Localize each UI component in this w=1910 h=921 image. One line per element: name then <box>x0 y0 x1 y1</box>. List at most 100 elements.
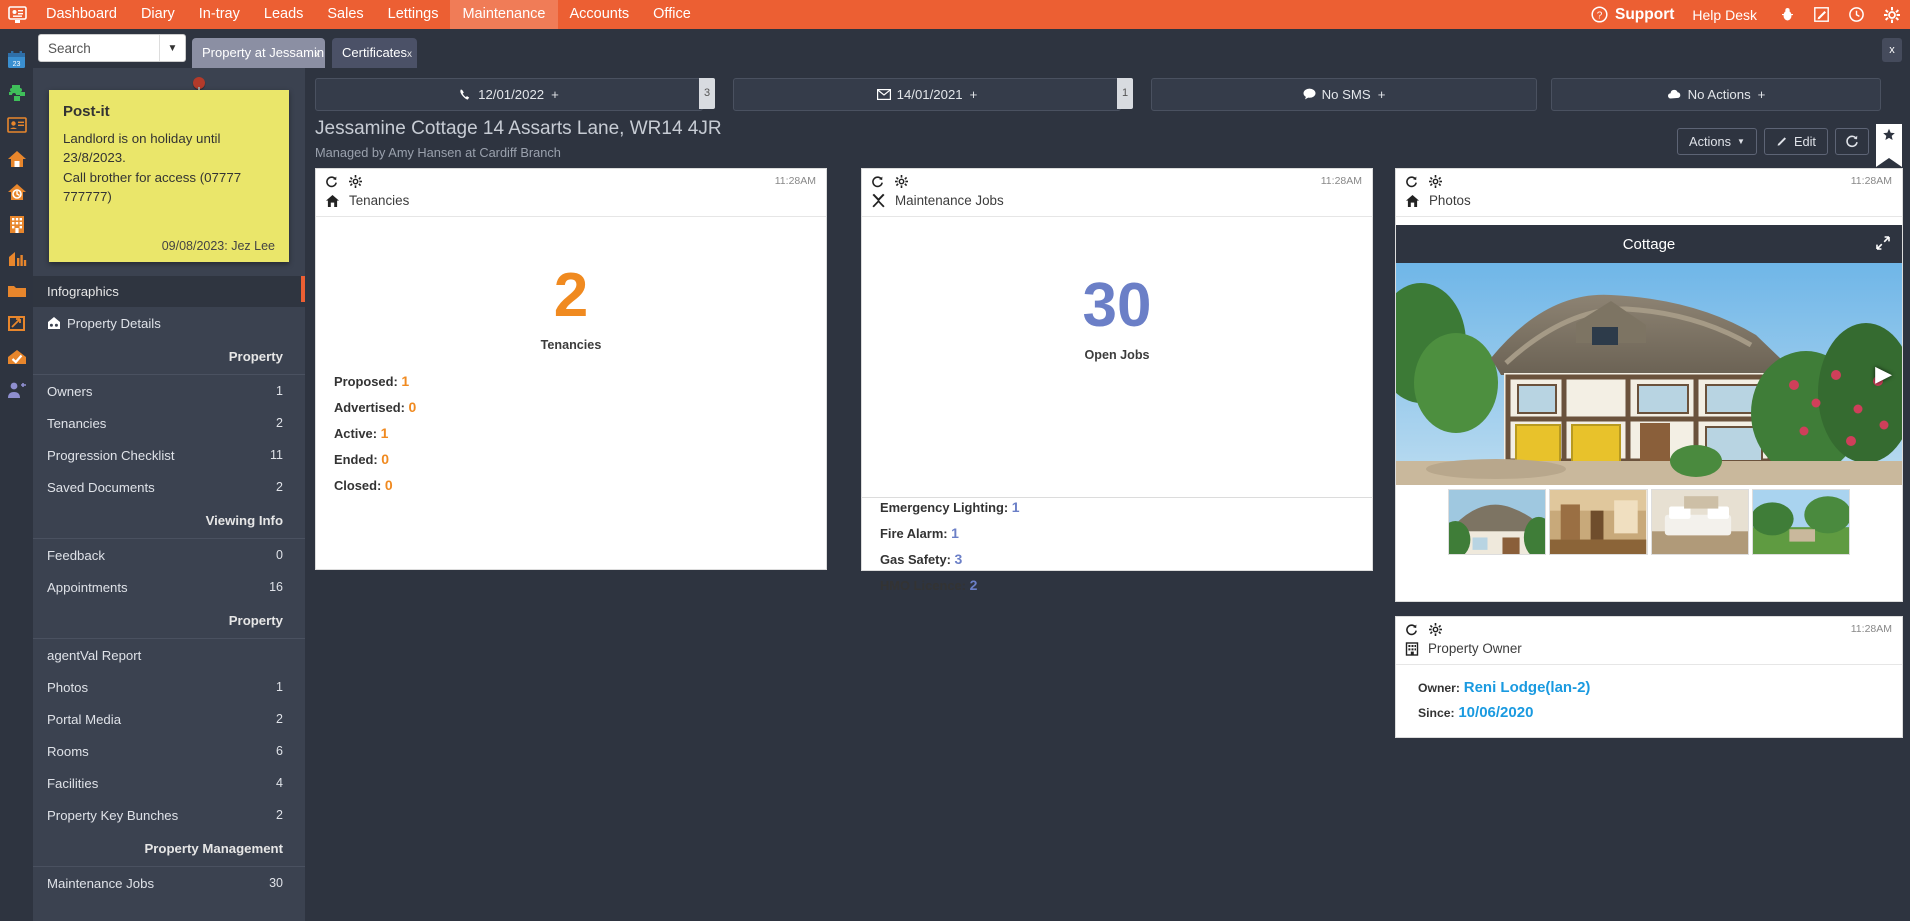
search-input[interactable]: Search ▼ <box>38 34 186 62</box>
chart-house-icon[interactable] <box>0 241 33 274</box>
sidebar-item-saved-documents[interactable]: Saved Documents 2 <box>33 471 305 503</box>
sidebar-item-label: Owners <box>47 383 93 399</box>
building-icon[interactable] <box>0 208 33 241</box>
nav-item-sales[interactable]: Sales <box>315 0 375 29</box>
card-title: Property Owner <box>1428 641 1522 656</box>
sidebar-item-facilities[interactable]: Facilities 4 <box>33 767 305 799</box>
refresh-icon[interactable] <box>1405 175 1418 188</box>
clock-icon[interactable] <box>1839 7 1874 22</box>
expand-icon[interactable] <box>1876 236 1890 250</box>
card-header-icons <box>871 174 1363 189</box>
refresh-icon[interactable] <box>871 175 884 188</box>
sidebar-item-count: 1 <box>276 680 283 694</box>
list-item[interactable] <box>1650 489 1749 555</box>
card-timestamp: 11:28AM <box>1850 623 1892 635</box>
calendar-icon[interactable]: 23 <box>0 43 33 76</box>
sidebar-item-label: Progression Checklist <box>47 447 175 463</box>
gear-icon[interactable] <box>1874 6 1910 23</box>
house-refresh-icon[interactable] <box>0 175 33 208</box>
sidebar-item-rooms[interactable]: Rooms 6 <box>33 735 305 767</box>
svg-text:?: ? <box>1597 10 1603 21</box>
sidebar-group-title-property-management: Property Management <box>33 831 305 867</box>
sidebar-item-owners[interactable]: Owners 1 <box>33 375 305 407</box>
contact-actions-button[interactable]: No Actions + <box>1551 77 1881 111</box>
nav-item-maintenance[interactable]: Maintenance <box>450 0 558 29</box>
dashboard-logo-icon[interactable] <box>0 0 34 29</box>
close-icon[interactable]: x <box>315 40 320 70</box>
bug-icon[interactable] <box>1771 7 1804 22</box>
support-button[interactable]: ? Support <box>1591 6 1692 24</box>
sidebar-item-agentval-report[interactable]: agentVal Report <box>33 639 305 671</box>
search-input-text[interactable]: Search <box>39 41 159 56</box>
sidebar-item-label: Property Key Bunches <box>47 807 179 823</box>
gear-icon[interactable] <box>1429 623 1442 636</box>
sidebar-item-portal-media[interactable]: Portal Media 2 <box>33 703 305 735</box>
list-item[interactable] <box>1751 489 1850 555</box>
sidebar-item-count: 2 <box>276 416 283 430</box>
nav-item-in-tray[interactable]: In-tray <box>187 0 252 29</box>
sidebar-item-tenancies[interactable]: Tenancies 2 <box>33 407 305 439</box>
contact-sms-button[interactable]: No SMS + <box>1151 77 1537 111</box>
help-desk-link[interactable]: Help Desk <box>1692 7 1771 23</box>
photo-main-image[interactable]: ▶ <box>1396 263 1902 485</box>
chevron-down-icon[interactable]: ▼ <box>159 35 185 61</box>
gear-icon[interactable] <box>895 175 908 188</box>
contact-phone-button[interactable]: 12/01/2022 + 3 <box>315 77 715 111</box>
sidebar-item-appointments[interactable]: Appointments 16 <box>33 571 305 603</box>
refresh-icon[interactable] <box>1405 623 1418 636</box>
edit-note-icon[interactable] <box>1804 7 1839 22</box>
card-title: Tenancies <box>349 193 410 208</box>
actions-button[interactable]: Actions ▼ <box>1677 127 1757 155</box>
sidebar-item-property-key-bunches[interactable]: Property Key Bunches 2 <box>33 799 305 831</box>
bookmark-star-icon[interactable] <box>1876 124 1902 167</box>
edit-button[interactable]: Edit <box>1763 127 1828 155</box>
list-item[interactable] <box>1448 489 1547 555</box>
house-check-icon[interactable] <box>0 340 33 373</box>
nav-item-accounts[interactable]: Accounts <box>558 0 642 29</box>
card-header: 11:28AM Property Owner <box>1396 617 1902 665</box>
photo-thumbnails <box>1396 485 1902 559</box>
refresh-button[interactable] <box>1835 127 1869 155</box>
gear-icon[interactable] <box>349 175 362 188</box>
house-icon <box>1405 194 1420 208</box>
user-key-icon[interactable] <box>0 373 33 406</box>
nav-item-lettings[interactable]: Lettings <box>376 0 451 29</box>
contact-card-icon[interactable] <box>0 109 33 142</box>
add-call-icon[interactable]: + <box>551 87 559 102</box>
nav-item-diary[interactable]: Diary <box>129 0 187 29</box>
stat-label: Advertised: <box>334 400 405 416</box>
sidebar-item-property-details[interactable]: Property Details <box>33 307 305 339</box>
tools-icon <box>871 193 886 208</box>
add-email-icon[interactable]: + <box>970 87 978 102</box>
list-item[interactable] <box>1549 489 1648 555</box>
stat-value: 1 <box>401 373 410 390</box>
house-icon[interactable] <box>0 142 33 175</box>
refresh-icon[interactable] <box>325 175 338 188</box>
stat-hmo-licence: HMO Licence: 2 <box>862 572 1372 598</box>
nav-item-leads[interactable]: Leads <box>252 0 316 29</box>
photos-gap <box>1396 217 1902 225</box>
owner-value-link[interactable]: Reni Lodge(lan-2) <box>1464 679 1591 696</box>
card-header-icons <box>1405 174 1893 189</box>
add-sms-icon[interactable]: + <box>1378 87 1386 102</box>
contact-email-button[interactable]: 14/01/2021 + 1 <box>733 77 1133 111</box>
sidebar-item-maintenance-jobs[interactable]: Maintenance Jobs 30 <box>33 867 305 899</box>
tab-property-at-jessamin[interactable]: Property at Jessamin x <box>192 38 325 68</box>
nav-item-dashboard[interactable]: Dashboard <box>34 0 129 29</box>
postit-note[interactable]: Post-it Landlord is on holiday until 23/… <box>49 90 289 262</box>
folder-icon[interactable] <box>0 274 33 307</box>
next-arrow-icon[interactable]: ▶ <box>1875 361 1892 387</box>
sidebar-item-progression-checklist[interactable]: Progression Checklist 11 <box>33 439 305 471</box>
sidebar-item-feedback[interactable]: Feedback 0 <box>33 539 305 571</box>
reply-icon[interactable] <box>0 307 33 340</box>
gear-icon[interactable] <box>1429 175 1442 188</box>
puzzle-icon[interactable] <box>0 76 33 109</box>
close-all-tabs-button[interactable]: x <box>1882 38 1902 62</box>
sidebar-item-photos[interactable]: Photos 1 <box>33 671 305 703</box>
sidebar-item-label: Tenancies <box>47 415 107 431</box>
tab-certificates[interactable]: Certificates x <box>332 38 417 68</box>
close-icon[interactable]: x <box>407 40 412 70</box>
add-action-icon[interactable]: + <box>1758 87 1766 102</box>
nav-item-office[interactable]: Office <box>641 0 703 29</box>
since-label: Since: <box>1418 706 1455 720</box>
